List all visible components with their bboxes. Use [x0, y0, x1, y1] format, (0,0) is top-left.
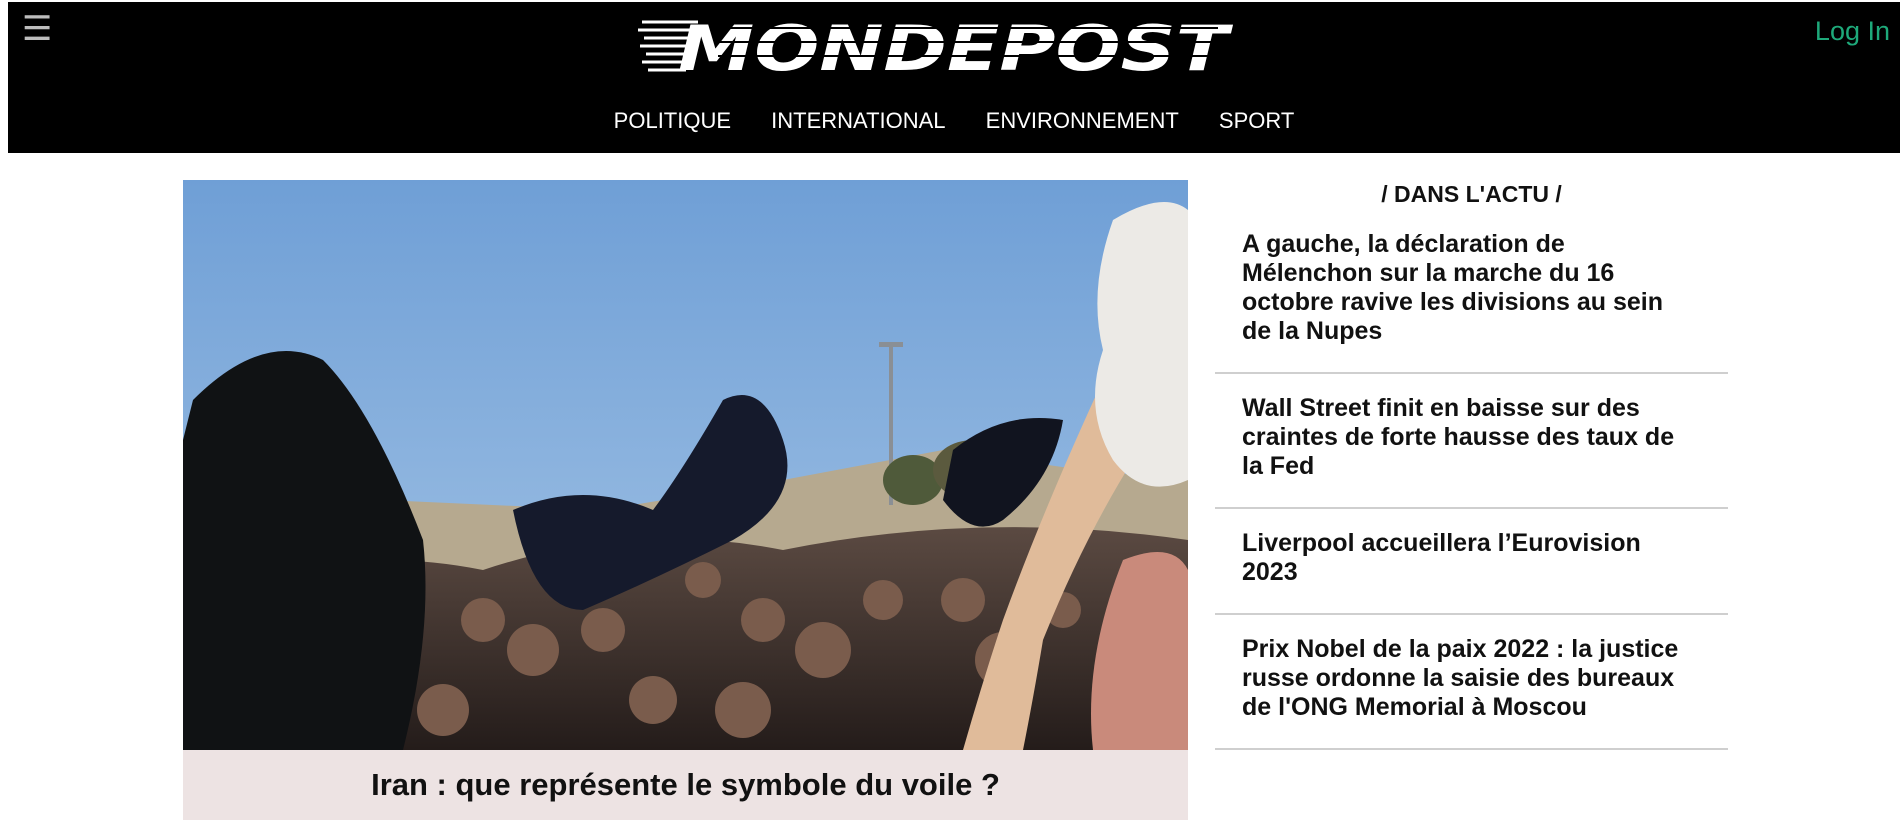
- news-item[interactable]: Wall Street finit en baisse sur des crai…: [1215, 374, 1728, 509]
- sidebar-title: / DANS L'ACTU /: [1381, 181, 1562, 207]
- site-header: ☰ MONDEPOST Log In POLITIQUE INTERNATION…: [8, 2, 1900, 153]
- protest-crowd-image: [183, 180, 1188, 750]
- nav-environnement[interactable]: ENVIRONNEMENT: [986, 108, 1179, 134]
- hero-article[interactable]: Iran : que représente le symbole du voil…: [183, 180, 1188, 820]
- logo-text: MONDEPOST: [678, 12, 1234, 80]
- nav-sport[interactable]: SPORT: [1219, 108, 1294, 134]
- main-nav: POLITIQUE INTERNATIONAL ENVIRONNEMENT SP…: [8, 108, 1900, 134]
- hamburger-menu-icon[interactable]: ☰: [22, 12, 60, 46]
- nav-international[interactable]: INTERNATIONAL: [771, 108, 945, 134]
- login-link[interactable]: Log In: [1815, 16, 1890, 47]
- hero-headline[interactable]: Iran : que représente le symbole du voil…: [183, 750, 1188, 820]
- news-item[interactable]: Liverpool accueillera l’Eurovision 2023: [1215, 509, 1728, 615]
- dans-l-actu-sidebar: / DANS L'ACTU / A gauche, la déclaration…: [1215, 178, 1728, 750]
- nav-politique[interactable]: POLITIQUE: [614, 108, 731, 134]
- hero-image[interactable]: [183, 180, 1188, 750]
- news-list: A gauche, la déclaration de Mélenchon su…: [1215, 214, 1728, 750]
- site-logo[interactable]: MONDEPOST: [638, 10, 1238, 80]
- news-item[interactable]: Prix Nobel de la paix 2022 : la justice …: [1215, 615, 1728, 750]
- news-item[interactable]: A gauche, la déclaration de Mélenchon su…: [1215, 214, 1728, 374]
- mondepost-logo-svg: MONDEPOST: [638, 12, 1234, 80]
